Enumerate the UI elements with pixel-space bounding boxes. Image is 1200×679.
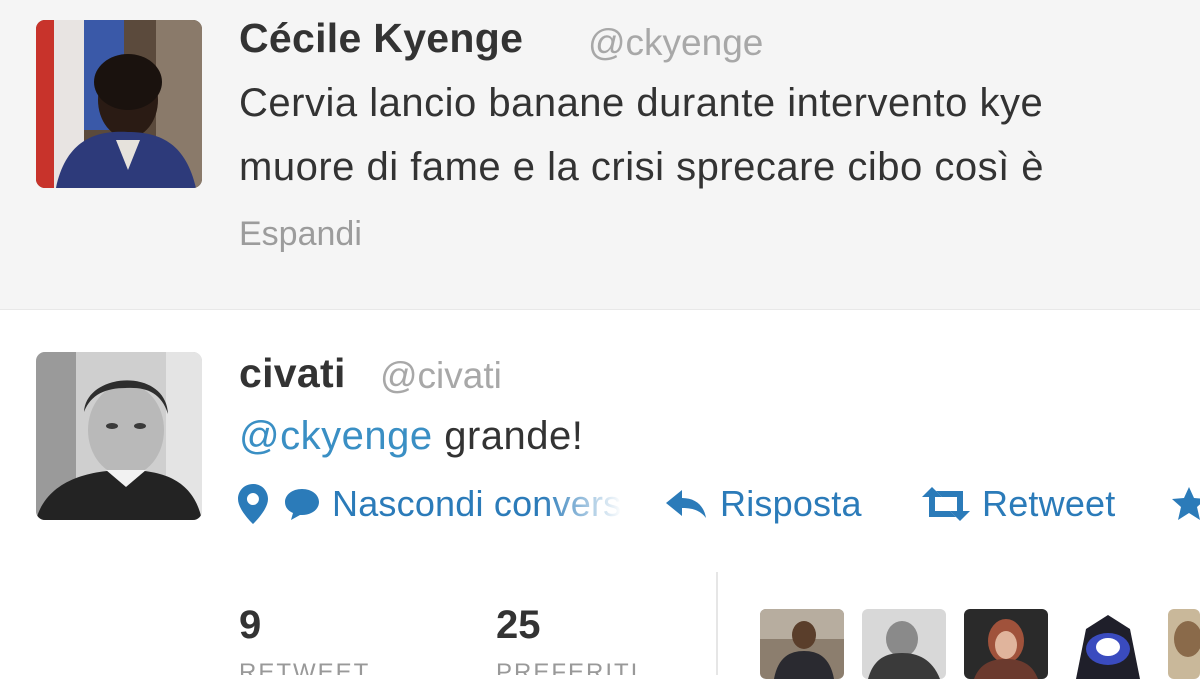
hide-conversation-label-wrap: Nascondi conversazione (332, 483, 622, 525)
avatar-ckyenge[interactable] (36, 20, 202, 188)
reply-label: Risposta (720, 483, 862, 524)
interaction-avatar-image (1066, 609, 1150, 679)
favorite-button[interactable] (1171, 478, 1200, 530)
tweet-text-body: grande! (432, 414, 584, 458)
interaction-avatar-image (862, 609, 946, 679)
retweet-label: Retweet (982, 483, 1116, 524)
tweet-text-line-2: muore di fame e la crisi sprecare cibo c… (239, 145, 1045, 189)
interaction-avatar[interactable] (862, 609, 946, 679)
avatar-ckyenge-image (36, 20, 202, 188)
tweet-actions: Nascondi conversazione Risposta Retweet (236, 478, 1200, 530)
avatar-civati-image (36, 352, 202, 520)
avatar-civati[interactable] (36, 352, 202, 520)
stats-divider (716, 572, 718, 675)
favorites-count-label: PREFERITI (496, 659, 640, 675)
map-pin-icon (238, 484, 268, 524)
handle-civati[interactable]: @civati (380, 355, 502, 397)
expand-link[interactable]: Espandi (239, 215, 362, 254)
interaction-avatar[interactable] (760, 609, 844, 679)
interaction-avatar[interactable] (1066, 609, 1150, 679)
retweet-icon (922, 487, 970, 521)
retweet-count-label: RETWEET (239, 659, 371, 675)
interaction-avatar[interactable] (1168, 609, 1200, 679)
display-name-ckyenge[interactable]: Cécile Kyenge (239, 15, 523, 62)
interaction-avatar-image (964, 609, 1048, 679)
reply-button[interactable]: Risposta (664, 478, 862, 530)
hide-conversation-link[interactable]: Nascondi conversazione (284, 478, 622, 530)
map-pin-button[interactable] (236, 478, 270, 530)
tweet-text-civati: @ckyenge grande! (239, 414, 583, 459)
hide-conversation-label: Nascondi conversazione (332, 483, 622, 524)
tweet-text-line-1: Cervia lancio banane durante intervento … (239, 81, 1044, 125)
handle-ckyenge[interactable]: @ckyenge (588, 22, 763, 64)
speech-bubble-icon (285, 489, 319, 520)
favorites-count[interactable]: 25 (496, 603, 541, 648)
interaction-avatar-image (1168, 609, 1200, 679)
interaction-avatar[interactable] (964, 609, 1048, 679)
retweet-count[interactable]: 9 (239, 603, 261, 648)
retweet-button[interactable]: Retweet (922, 478, 1115, 530)
display-name-civati[interactable]: civati (239, 350, 346, 397)
mention-ckyenge[interactable]: @ckyenge (239, 414, 433, 458)
reply-arrow-icon (666, 490, 706, 518)
interaction-avatar-image (760, 609, 844, 679)
star-icon (1172, 487, 1200, 520)
